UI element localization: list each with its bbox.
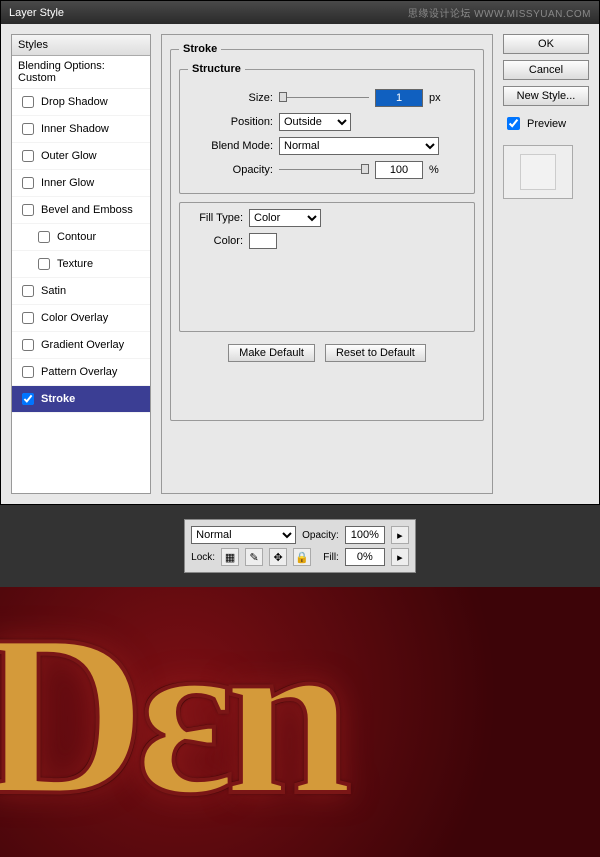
style-row-color-overlay[interactable]: Color Overlay — [12, 305, 150, 332]
checkbox[interactable] — [22, 339, 34, 351]
style-row-satin[interactable]: Satin — [12, 278, 150, 305]
preview-text: Dεn — [0, 587, 342, 847]
style-row-contour[interactable]: Contour — [12, 224, 150, 251]
titlebar: Layer Style 思缘设计论坛 WWW.MISSYUAN.COM — [1, 1, 599, 24]
checkbox[interactable] — [22, 366, 34, 378]
color-label: Color: — [188, 235, 243, 247]
stroke-group: Stroke Structure Size: px Position: Outs… — [170, 43, 484, 421]
opacity-label: Opacity: — [188, 164, 273, 176]
reset-default-button[interactable]: Reset to Default — [325, 344, 426, 362]
dialog-title: Layer Style — [9, 7, 64, 19]
stroke-panel: Stroke Structure Size: px Position: Outs… — [161, 34, 493, 494]
fill-flyout-icon[interactable]: ▸ — [391, 548, 409, 566]
label: Stroke — [41, 393, 75, 405]
ok-button[interactable]: OK — [503, 34, 589, 54]
size-input[interactable] — [375, 89, 423, 107]
layer-blend-select[interactable]: Normal — [191, 526, 296, 544]
checkbox[interactable] — [22, 123, 34, 135]
preview-label: Preview — [527, 118, 566, 130]
style-row-outer-glow[interactable]: Outer Glow — [12, 143, 150, 170]
checkbox[interactable] — [22, 150, 34, 162]
styles-list: Styles Blending Options: Custom Drop Sha… — [11, 34, 151, 494]
label: Inner Glow — [41, 177, 94, 189]
lock-label: Lock: — [191, 552, 215, 563]
structure-title: Structure — [188, 63, 245, 75]
checkbox[interactable] — [22, 204, 34, 216]
stroke-title: Stroke — [179, 43, 221, 55]
blend-select[interactable]: Normal — [279, 137, 439, 155]
layer-opacity-input[interactable] — [345, 526, 385, 544]
style-row-inner-glow[interactable]: Inner Glow — [12, 170, 150, 197]
watermark: 思缘设计论坛 WWW.MISSYUAN.COM — [408, 5, 591, 20]
style-row-gradient-overlay[interactable]: Gradient Overlay — [12, 332, 150, 359]
structure-group: Structure Size: px Position: Outside Ble… — [179, 63, 475, 194]
style-row-inner-shadow[interactable]: Inner Shadow — [12, 116, 150, 143]
style-row-stroke[interactable]: Stroke — [12, 386, 150, 413]
label: Satin — [41, 285, 66, 297]
label: Contour — [57, 231, 96, 243]
checkbox[interactable] — [38, 258, 50, 270]
label: Gradient Overlay — [41, 339, 124, 351]
filltype-label: Fill Type: — [188, 212, 243, 224]
layer-opacity-label: Opacity: — [302, 530, 339, 541]
opacity-slider[interactable] — [279, 162, 369, 178]
lock-transparency-icon[interactable]: ▦ — [221, 548, 239, 566]
style-row-drop-shadow[interactable]: Drop Shadow — [12, 89, 150, 116]
filltype-select[interactable]: Color — [249, 209, 321, 227]
position-label: Position: — [188, 116, 273, 128]
checkbox[interactable] — [22, 96, 34, 108]
label: Drop Shadow — [41, 96, 108, 108]
label: Outer Glow — [41, 150, 97, 162]
label: Bevel and Emboss — [41, 204, 133, 216]
size-slider[interactable] — [279, 90, 369, 106]
dialog-buttons: OK Cancel New Style... Preview — [503, 34, 589, 494]
label: Texture — [57, 258, 93, 270]
checkbox[interactable] — [22, 312, 34, 324]
position-select[interactable]: Outside — [279, 113, 351, 131]
style-row-texture[interactable]: Texture — [12, 251, 150, 278]
color-swatch[interactable] — [249, 233, 277, 249]
fill-group: Fill Type: Color Color: — [179, 202, 475, 332]
preview-checkbox[interactable] — [507, 117, 520, 130]
lock-all-icon[interactable]: 🔒 — [293, 548, 311, 566]
lock-pixels-icon[interactable]: ✎ — [245, 548, 263, 566]
opacity-unit: % — [429, 164, 439, 176]
blending-options-row[interactable]: Blending Options: Custom — [12, 56, 150, 89]
label: Inner Shadow — [41, 123, 109, 135]
label: Color Overlay — [41, 312, 108, 324]
style-row-pattern-overlay[interactable]: Pattern Overlay — [12, 359, 150, 386]
styles-header[interactable]: Styles — [12, 35, 150, 56]
style-row-bevel-emboss[interactable]: Bevel and Emboss — [12, 197, 150, 224]
checkbox[interactable] — [22, 393, 34, 405]
fill-label: Fill: — [323, 552, 339, 563]
flyout-icon[interactable]: ▸ — [391, 526, 409, 544]
make-default-button[interactable]: Make Default — [228, 344, 315, 362]
result-preview: Dεn — [0, 587, 600, 857]
lock-position-icon[interactable]: ✥ — [269, 548, 287, 566]
size-unit: px — [429, 92, 441, 104]
checkbox[interactable] — [22, 177, 34, 189]
checkbox[interactable] — [22, 285, 34, 297]
preview-swatch — [503, 145, 573, 199]
layer-style-dialog: Layer Style 思缘设计论坛 WWW.MISSYUAN.COM Styl… — [0, 0, 600, 505]
cancel-button[interactable]: Cancel — [503, 60, 589, 80]
label: Pattern Overlay — [41, 366, 117, 378]
blend-label: Blend Mode: — [188, 140, 273, 152]
opacity-input[interactable] — [375, 161, 423, 179]
layer-palette-strip: Normal Opacity: ▸ Lock: ▦ ✎ ✥ 🔒 Fill: ▸ — [0, 505, 600, 587]
fill-input[interactable] — [345, 548, 385, 566]
size-label: Size: — [188, 92, 273, 104]
checkbox[interactable] — [38, 231, 50, 243]
new-style-button[interactable]: New Style... — [503, 86, 589, 106]
